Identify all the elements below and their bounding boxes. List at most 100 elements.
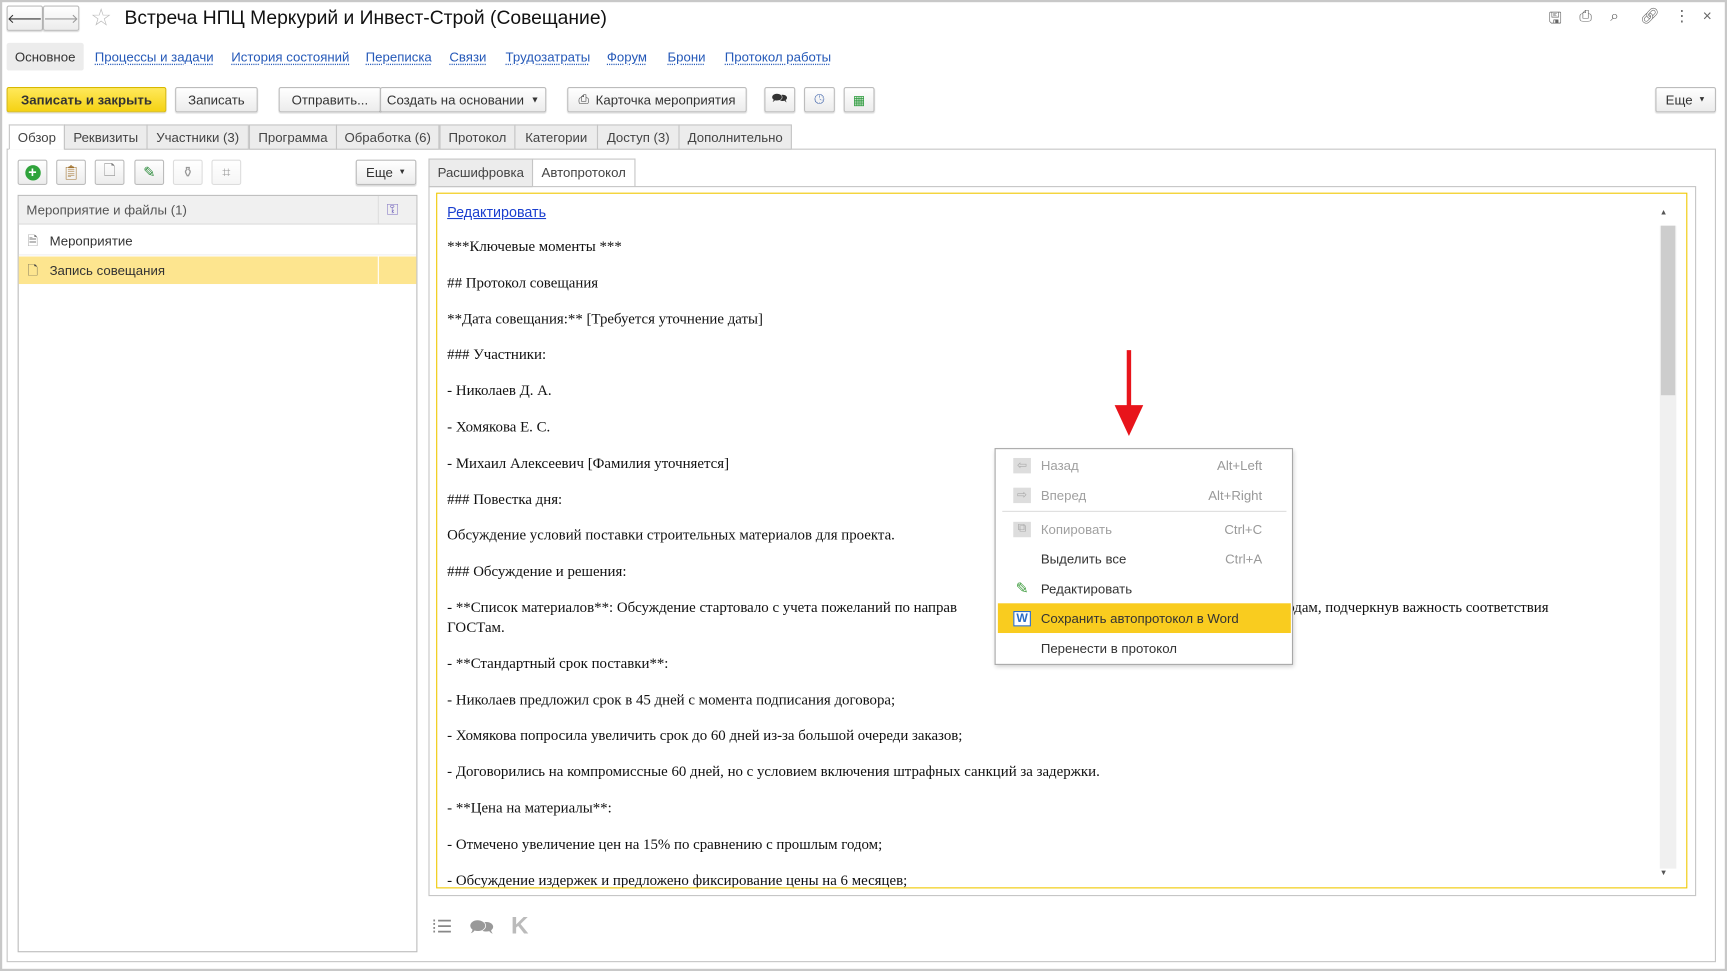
left-more-button[interactable]: Еще ▼ bbox=[355, 159, 417, 185]
list-item-selected[interactable]: 🗋 Запись совещания bbox=[18, 256, 417, 285]
link-icon[interactable]: 🔗︎ bbox=[1640, 7, 1660, 26]
nav-forum[interactable]: Форум bbox=[607, 50, 647, 65]
menu-item[interactable]: ⇦ Назад Alt+Left bbox=[998, 450, 1291, 480]
nav-labor[interactable]: Трудозатраты bbox=[506, 50, 591, 65]
tab-2[interactable]: Участники (3) bbox=[146, 124, 249, 150]
tab-6[interactable]: Категории bbox=[514, 124, 599, 150]
nav-processes[interactable]: Процессы и задачи bbox=[95, 50, 214, 65]
menu-item[interactable]: W Сохранить автопротокол в Word bbox=[997, 603, 1291, 634]
scrollbar[interactable] bbox=[1659, 225, 1677, 869]
nav-work-log[interactable]: Протокол работы bbox=[725, 50, 831, 65]
document-line: ### Участники: bbox=[447, 346, 547, 363]
menu-item[interactable]: Выделить все Ctrl+A bbox=[998, 544, 1291, 574]
structure-icon: ▦ bbox=[852, 91, 866, 108]
list-header: Мероприятие и файлы (1) ⚿ bbox=[18, 195, 417, 225]
scrollbar-thumb[interactable] bbox=[1660, 225, 1676, 396]
back-button[interactable]: 🡐 bbox=[6, 5, 43, 31]
close-icon[interactable]: × bbox=[1703, 7, 1712, 25]
back-icon: ⇦ bbox=[1013, 457, 1031, 473]
document-line: ***Ключевые моменты *** bbox=[447, 237, 622, 255]
nav-main[interactable]: Основное bbox=[6, 42, 84, 71]
menu-item[interactable]: ✎ Редактировать bbox=[998, 574, 1291, 604]
edit-icon: ✎ bbox=[143, 163, 156, 180]
forward-button[interactable]: 🡒 bbox=[42, 5, 80, 31]
stamp-icon: ⚱ bbox=[181, 163, 194, 180]
pencil-icon: ✎ bbox=[1015, 579, 1029, 597]
file-icon: 🗋 bbox=[103, 161, 116, 178]
document-line: - Обсуждение издержек и предложено фикси… bbox=[447, 871, 908, 888]
save-icon[interactable]: 🖫 bbox=[1549, 7, 1562, 33]
more-button[interactable]: Еще ▼ bbox=[1655, 86, 1716, 113]
document-line: - Хомякова попросила увеличить срок до 6… bbox=[447, 726, 963, 744]
tab-5[interactable]: Протокол bbox=[439, 124, 516, 150]
paste-button[interactable]: 📋︎ bbox=[56, 159, 86, 185]
audio-file-icon: 🗋 bbox=[27, 263, 39, 279]
hierarchy-icon[interactable]: ⁞☰ bbox=[432, 916, 453, 938]
new-file-button[interactable]: 🗋 bbox=[94, 159, 125, 185]
subtab-transcript[interactable]: Расшифровка bbox=[428, 158, 534, 188]
comments-button[interactable]: 🗪 bbox=[764, 86, 796, 113]
nav-history[interactable]: История состояний bbox=[231, 50, 349, 65]
dropdown-icon: ▼ bbox=[530, 94, 540, 105]
context-menu: ⇦ Назад Alt+Left ⇨ Вперед Alt+Right ⧉ Копироват… bbox=[994, 448, 1294, 665]
event-card-button[interactable]: ⎙ Карточка мероприятия bbox=[567, 86, 747, 113]
copy-icon: ⧉ bbox=[1013, 521, 1031, 537]
nav-correspondence[interactable]: Переписка bbox=[366, 50, 432, 65]
tab-0[interactable]: Обзор bbox=[8, 124, 65, 150]
more-vertical-icon[interactable]: ⋮ bbox=[1674, 7, 1689, 26]
k-icon[interactable]: K bbox=[511, 912, 529, 941]
list-item[interactable]: 🗎 Мероприятие bbox=[18, 226, 417, 256]
tab-8[interactable]: Дополнительно bbox=[678, 124, 792, 150]
add-button[interactable]: + bbox=[17, 159, 48, 185]
document-icon: 🗎 bbox=[27, 233, 39, 249]
dropdown-icon: ▼ bbox=[398, 168, 407, 177]
nav-links[interactable]: Связи bbox=[449, 50, 486, 65]
dropdown-icon: ▼ bbox=[1698, 95, 1706, 104]
nav-bookings[interactable]: Брони bbox=[667, 50, 705, 65]
list-header-label: Мероприятие и файлы (1) bbox=[26, 202, 187, 218]
document-line: - **Цена на материалы**: bbox=[447, 799, 612, 816]
line-part: роводам, подчеркнув важность соответстви… bbox=[1265, 598, 1549, 616]
plus-icon: + bbox=[24, 164, 41, 180]
star-icon[interactable]: ☆ bbox=[90, 3, 112, 32]
comments-icon: 🗪 bbox=[771, 90, 789, 106]
printer-icon: ⎙ bbox=[578, 91, 590, 107]
send-button[interactable]: Отправить... bbox=[278, 86, 382, 113]
scan-button[interactable]: ⌗ bbox=[211, 159, 242, 185]
create-based-button[interactable]: Создать на основании ▼ bbox=[379, 86, 547, 113]
arrow-right-icon: 🡒 bbox=[43, 11, 79, 27]
scroll-down-icon[interactable]: ▼ bbox=[1660, 870, 1668, 878]
word-icon: W bbox=[1013, 610, 1031, 626]
tab-1[interactable]: Реквизиты bbox=[63, 124, 148, 150]
menu-separator bbox=[1002, 510, 1287, 512]
document-line: - Договорились на компромиссные 60 дней,… bbox=[447, 763, 1100, 780]
preview-icon[interactable]: ⌕ bbox=[1610, 7, 1619, 26]
tab-4[interactable]: Обработка (6) bbox=[335, 124, 440, 150]
tab-7[interactable]: Доступ (3) bbox=[596, 124, 680, 150]
edit-button[interactable]: ✎ bbox=[134, 159, 165, 185]
menu-item[interactable]: ⧉ Копировать Ctrl+C bbox=[998, 514, 1291, 544]
document-line: - Хомякова Е. С. bbox=[447, 418, 551, 435]
edit-link[interactable]: Редактировать bbox=[447, 204, 546, 221]
menu-item[interactable]: ⇨ Вперед Alt+Right bbox=[998, 480, 1291, 510]
window-title: Встреча НПЦ Меркурий и Инвест-Строй (Сов… bbox=[124, 6, 607, 29]
tab-3[interactable]: Программа bbox=[248, 124, 338, 150]
document-line: ## Протокол совещания bbox=[447, 273, 599, 291]
save-close-button[interactable]: Записать и закрыть bbox=[6, 86, 167, 113]
forward-icon: ⇨ bbox=[1013, 487, 1031, 503]
scroll-up-icon[interactable]: ▲ bbox=[1660, 209, 1668, 217]
history-button[interactable]: 🕓︎ bbox=[804, 86, 835, 113]
print-icon[interactable]: ⎙ bbox=[1579, 7, 1591, 26]
stamp-button[interactable]: ⚱ bbox=[172, 159, 203, 185]
chat-icon[interactable]: 🗪 bbox=[469, 914, 494, 947]
line-part: ГОСТам. bbox=[447, 618, 505, 636]
signature-key-icon: ⚿ bbox=[386, 200, 399, 218]
clock-icon: 🕓︎ bbox=[814, 91, 825, 107]
line-part: - **Список материалов**: Обсуждение стар… bbox=[447, 598, 958, 616]
document-line: - Отмечено увеличение цен на 15% по срав… bbox=[447, 835, 883, 852]
save-button[interactable]: Записать bbox=[175, 86, 258, 113]
menu-item[interactable]: Перенести в протокол bbox=[998, 633, 1291, 663]
subtab-autoprotocol[interactable]: Автопротокол bbox=[531, 158, 636, 188]
scan-icon: ⌗ bbox=[222, 163, 231, 180]
structure-button[interactable]: ▦ bbox=[843, 86, 875, 113]
